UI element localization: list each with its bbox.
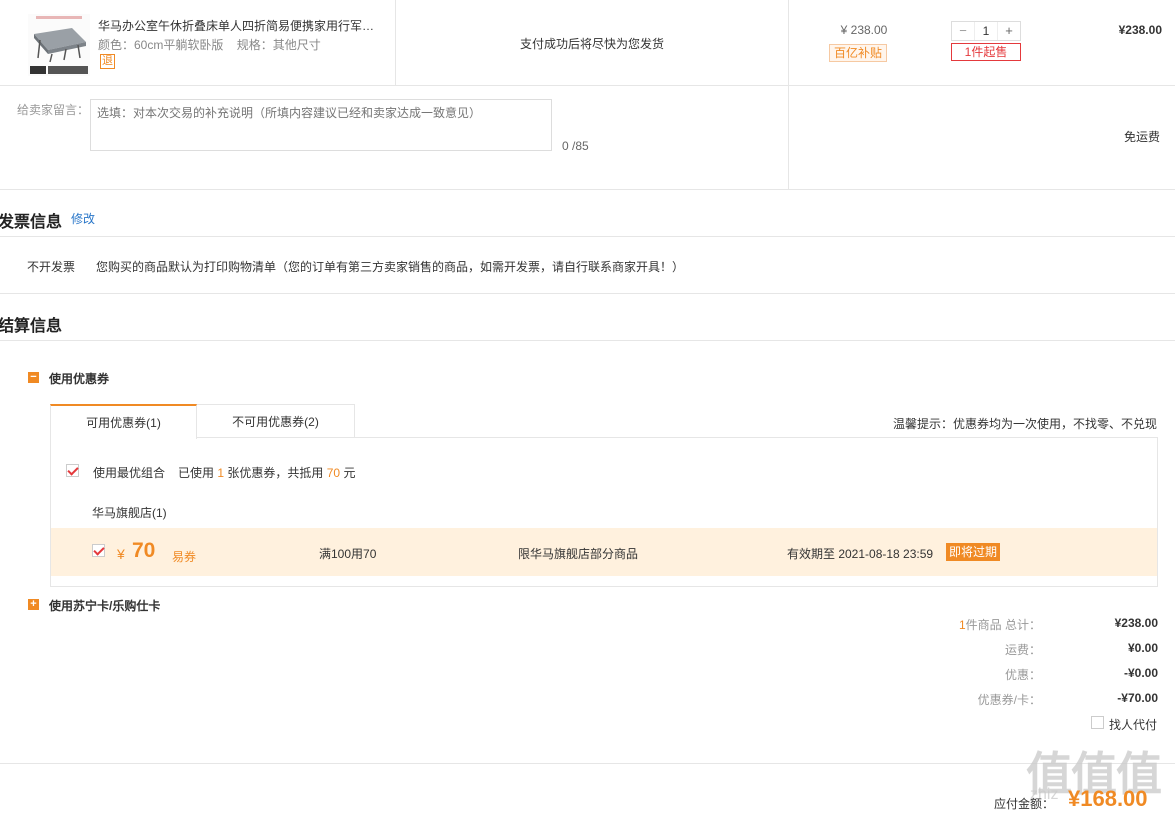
seller-message-label: 给卖家留言： [17, 103, 90, 117]
used-count: 1 [217, 466, 225, 480]
items-total: ¥238.00 [1114, 616, 1158, 630]
shipping-message: 支付成功后将尽快为您发货 [519, 37, 664, 51]
used-suffix: 元 [343, 466, 356, 480]
product-size: 规格：其他尺寸 [236, 38, 321, 52]
increase-button[interactable]: + [998, 22, 1020, 40]
coupon-amount: 70 [132, 539, 156, 562]
payable-amount: ¥168.00 [1068, 786, 1148, 811]
payable-label: 应付金额： [994, 797, 1055, 811]
collapse-icon[interactable]: − [28, 372, 39, 383]
divider [0, 763, 1175, 764]
discount-amount: -¥0.00 [1123, 666, 1158, 680]
items-total-label: 1件商品 总计： [901, 616, 1041, 633]
coupon-condition: 满100用70 [319, 547, 377, 561]
coupon-deduct-amount: -¥70.00 [1117, 691, 1158, 705]
coupon-used-summary: 已使用 1 张优惠券，共抵用 70 元 [178, 464, 355, 481]
decrease-button[interactable]: − [952, 22, 974, 40]
tab-unavailable-coupons[interactable]: 不可用优惠券(2) [196, 404, 355, 438]
used-mid: 张优惠券，共抵用 [227, 466, 324, 480]
items-count: 1 [958, 618, 966, 632]
invoice-edit-link[interactable]: 修改 [71, 210, 95, 227]
card-section-toggle[interactable]: 使用苏宁卡/乐购仕卡 [49, 597, 160, 614]
coupon-checkbox[interactable] [92, 544, 105, 557]
min-buy-badge: 1件起售 [951, 43, 1021, 61]
seller-message-input[interactable] [90, 99, 552, 151]
coupon-deduct-label: 优惠券/卡： [977, 693, 1041, 707]
coupon-expiry: 有效期至 2021-08-18 23:59 [787, 547, 934, 561]
invoice-type: 不开发票 [27, 260, 76, 274]
divider [788, 0, 789, 189]
expand-icon[interactable]: + [28, 599, 39, 610]
refund-icon: 退 [100, 54, 115, 69]
used-prefix: 已使用 [178, 466, 215, 480]
shipping-label: 运费： [1004, 643, 1041, 657]
quantity-stepper: − 1 + [951, 21, 1021, 41]
items-label: 件商品 总计： [965, 618, 1041, 632]
tab-available-coupons[interactable]: 可用优惠券(1) [50, 404, 197, 439]
used-amount: 70 [326, 466, 341, 480]
quantity-value[interactable]: 1 [974, 22, 998, 40]
coupon-section-toggle[interactable]: 使用优惠券 [49, 370, 109, 387]
product-color: 颜色：60cm平躺软卧版 [98, 38, 224, 52]
subsidy-badge: 百亿补贴 [829, 44, 888, 62]
expiring-badge: 即将过期 [946, 543, 1001, 561]
proxy-pay-label[interactable]: 找人代付 [1109, 716, 1157, 733]
best-combo-label: 使用最优组合 [93, 466, 166, 480]
divider [0, 293, 1175, 294]
product-title[interactable]: 华马办公室午休折叠床单人四折简易便携家用行军… [98, 17, 380, 34]
discount-label: 优惠： [1004, 668, 1041, 682]
invoice-title: 发票信息 [0, 214, 63, 231]
divider [0, 236, 1175, 237]
best-combo-checkbox[interactable] [66, 464, 79, 477]
coupon-currency: ¥ [117, 546, 125, 562]
store-name: 华马旗舰店(1) [92, 506, 167, 520]
settlement-title: 结算信息 [0, 318, 63, 335]
shipping-fee: 免运费 [1123, 130, 1160, 144]
product-spec: 颜色：60cm平躺软卧版 规格：其他尺寸 [98, 36, 331, 53]
coupon-scope: 限华马旗舰店部分商品 [518, 547, 639, 561]
shipping-amount: ¥0.00 [1127, 641, 1158, 655]
coupon-type: 易券 [172, 550, 197, 564]
product-thumbnail[interactable] [28, 14, 90, 76]
divider [0, 189, 1175, 190]
divider [0, 340, 1175, 341]
divider [0, 85, 1175, 86]
invoice-description: 您购买的商品默认为打印购物清单（您的订单有第三方卖家销售的商品，如需开发票，请自… [96, 260, 685, 274]
message-char-count: 0 /85 [562, 139, 589, 153]
proxy-pay-checkbox[interactable] [1091, 716, 1104, 729]
coupon-tip: 温馨提示：优惠券均为一次使用，不找零、不兑现 [893, 417, 1158, 431]
row-total: ¥238.00 [1118, 23, 1162, 37]
unit-price: ¥ 238.00 [840, 23, 888, 37]
